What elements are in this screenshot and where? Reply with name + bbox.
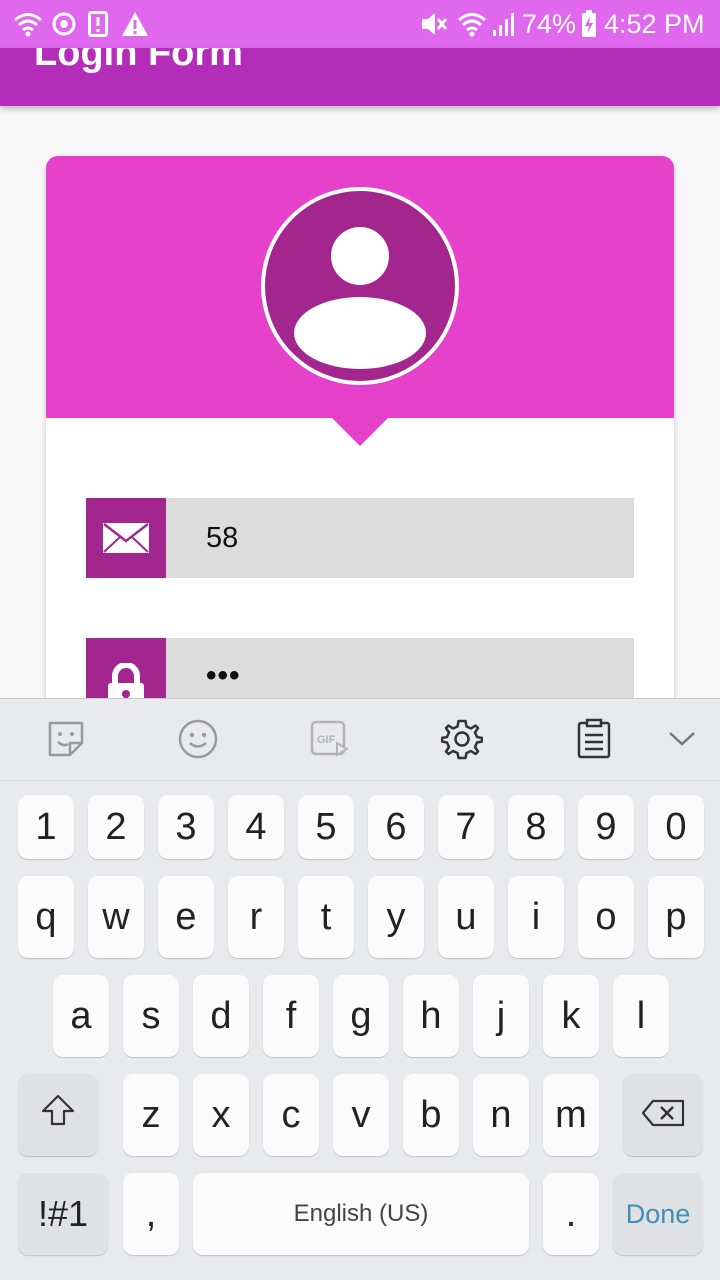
emoji-icon[interactable] [176,717,220,761]
key-8[interactable]: 8 [508,795,564,859]
backspace-icon [641,1094,685,1137]
header-pointer [332,418,388,446]
key-7[interactable]: 7 [438,795,494,859]
signal-icon [490,8,518,40]
key-p[interactable]: p [648,876,704,958]
svg-text:GIF: GIF [317,734,336,746]
user-avatar-icon [260,186,460,386]
battery-charging-icon [580,8,598,40]
backspace-key[interactable] [623,1074,703,1156]
key-9[interactable]: 9 [578,795,634,859]
key-m[interactable]: m [543,1074,599,1156]
key-a[interactable]: a [53,975,109,1057]
clock: 4:52 PM [604,9,705,39]
mail-icon [86,498,166,578]
key-y[interactable]: y [368,876,424,958]
notification-alert-icon [86,8,110,40]
key-4[interactable]: 4 [228,795,284,859]
wifi-icon [456,8,488,40]
key-b[interactable]: b [403,1074,459,1156]
email-input[interactable]: 58 [206,498,238,578]
sticker-icon[interactable] [44,717,88,761]
page-title: Login Form [34,48,243,74]
key-s[interactable]: s [123,975,179,1057]
app-bar: Login Form [0,48,720,106]
key-r[interactable]: r [228,876,284,958]
done-key[interactable]: Done [613,1173,703,1255]
key-n[interactable]: n [473,1074,529,1156]
collapse-icon[interactable] [660,717,704,761]
key-t[interactable]: t [298,876,354,958]
key-q[interactable]: q [18,876,74,958]
battery-percentage: 74% [522,9,577,39]
warning-icon [120,8,150,40]
email-field[interactable]: 58 [86,498,634,578]
key-c[interactable]: c [263,1074,319,1156]
key-0[interactable]: 0 [648,795,704,859]
key-5[interactable]: 5 [298,795,354,859]
key-j[interactable]: j [473,975,529,1057]
key-g[interactable]: g [333,975,389,1057]
key-u[interactable]: u [438,876,494,958]
key-2[interactable]: 2 [88,795,144,859]
key-1[interactable]: 1 [18,795,74,859]
keyboard: GIF 1 2 3 4 5 6 7 8 9 0 q w e r t y u i … [0,698,720,1280]
symbols-key[interactable]: !#1 [18,1173,108,1255]
settings-icon[interactable] [440,717,484,761]
comma-key[interactable]: , [123,1173,179,1255]
key-e[interactable]: e [158,876,214,958]
key-6[interactable]: 6 [368,795,424,859]
key-v[interactable]: v [333,1074,389,1156]
vibrate-icon [416,8,450,40]
key-x[interactable]: x [193,1074,249,1156]
key-w[interactable]: w [88,876,144,958]
key-z[interactable]: z [123,1074,179,1156]
clipboard-icon[interactable] [572,717,616,761]
key-h[interactable]: h [403,975,459,1057]
key-3[interactable]: 3 [158,795,214,859]
shift-icon [40,1092,76,1138]
keyboard-toolbar: GIF [0,699,720,781]
period-key[interactable]: . [543,1173,599,1255]
key-f[interactable]: f [263,975,319,1057]
shift-key[interactable] [18,1074,98,1156]
key-d[interactable]: d [193,975,249,1057]
wifi-calling-icon [12,8,44,40]
data-saver-icon [50,8,78,40]
card-header [46,156,674,418]
key-l[interactable]: l [613,975,669,1057]
key-i[interactable]: i [508,876,564,958]
key-k[interactable]: k [543,975,599,1057]
key-o[interactable]: o [578,876,634,958]
space-bar[interactable]: English (US) [193,1173,529,1255]
status-bar: 74% 4:52 PM [0,0,720,48]
login-card: 58 ••• [46,156,674,756]
gif-icon[interactable]: GIF [308,717,352,761]
